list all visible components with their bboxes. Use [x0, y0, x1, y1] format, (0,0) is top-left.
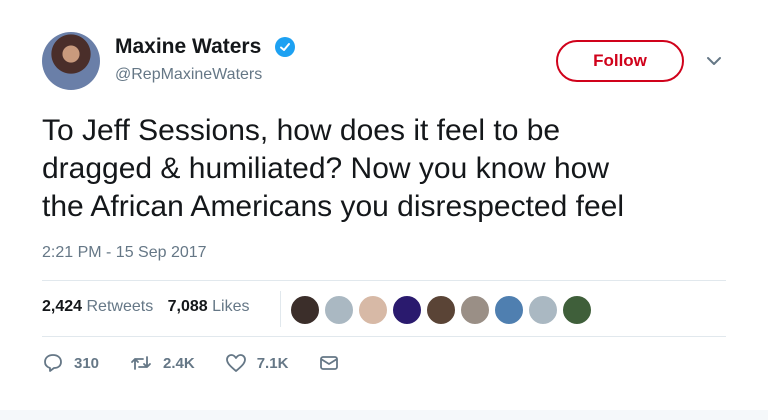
liker-avatar[interactable]	[528, 295, 558, 325]
liker-avatar[interactable]	[562, 295, 592, 325]
divider	[280, 291, 281, 327]
reply-button[interactable]: 310	[42, 352, 99, 374]
retweets-count: 2,424	[42, 298, 83, 315]
direct-message-button[interactable]	[318, 352, 350, 374]
tweet-timestamp[interactable]: 2:21 PM - 15 Sep 2017	[42, 244, 207, 262]
chevron-down-icon[interactable]	[705, 52, 723, 70]
tweet-text: To Jeff Sessions, how does it feel to be…	[42, 112, 742, 226]
liker-avatar[interactable]	[358, 295, 388, 325]
liker-avatar[interactable]	[290, 295, 320, 325]
footer-strip	[0, 410, 768, 420]
retweets-label: Retweets	[86, 298, 154, 315]
display-name[interactable]: Maxine Waters	[115, 35, 261, 59]
retweet-count: 2.4K	[163, 354, 195, 372]
tweet-card: Maxine Waters @RepMaxineWaters Follow To…	[0, 0, 768, 420]
likes-count: 7,088	[167, 298, 208, 315]
retweets-stat[interactable]: 2,424 Retweets	[42, 298, 153, 315]
retweet-button[interactable]: 2.4K	[129, 352, 195, 374]
tweet-text-line: the African Americans you disrespected f…	[42, 190, 624, 223]
retweet-icon	[131, 356, 151, 370]
reply-count: 310	[74, 354, 100, 372]
action-bar: 310 2.4K 7.1K	[42, 352, 380, 374]
divider	[42, 280, 726, 281]
liker-avatar[interactable]	[426, 295, 456, 325]
liker-avatars	[290, 295, 596, 325]
reply-icon	[44, 354, 62, 372]
heart-icon	[225, 354, 246, 372]
tweet-text-line: dragged & humiliated? Now you know how	[42, 152, 609, 185]
liker-avatar[interactable]	[392, 295, 422, 325]
likes-stat[interactable]: 7,088 Likes	[168, 298, 250, 315]
tweet-text-line: To Jeff Sessions, how does it feel to be	[42, 114, 561, 147]
follow-button[interactable]: Follow	[556, 40, 684, 82]
envelope-icon	[320, 356, 339, 370]
user-handle[interactable]: @RepMaxineWaters	[115, 66, 262, 84]
divider	[42, 336, 726, 337]
verified-badge-icon	[275, 37, 295, 57]
likes-label: Likes	[212, 298, 250, 315]
avatar[interactable]	[42, 32, 100, 90]
like-count: 7.1K	[256, 354, 289, 372]
engagement-stats: 2,424 Retweets 7,088 Likes	[42, 298, 250, 316]
liker-avatar[interactable]	[494, 295, 524, 325]
liker-avatar[interactable]	[460, 295, 490, 325]
liker-avatar[interactable]	[324, 295, 354, 325]
like-button[interactable]: 7.1K	[225, 352, 289, 374]
